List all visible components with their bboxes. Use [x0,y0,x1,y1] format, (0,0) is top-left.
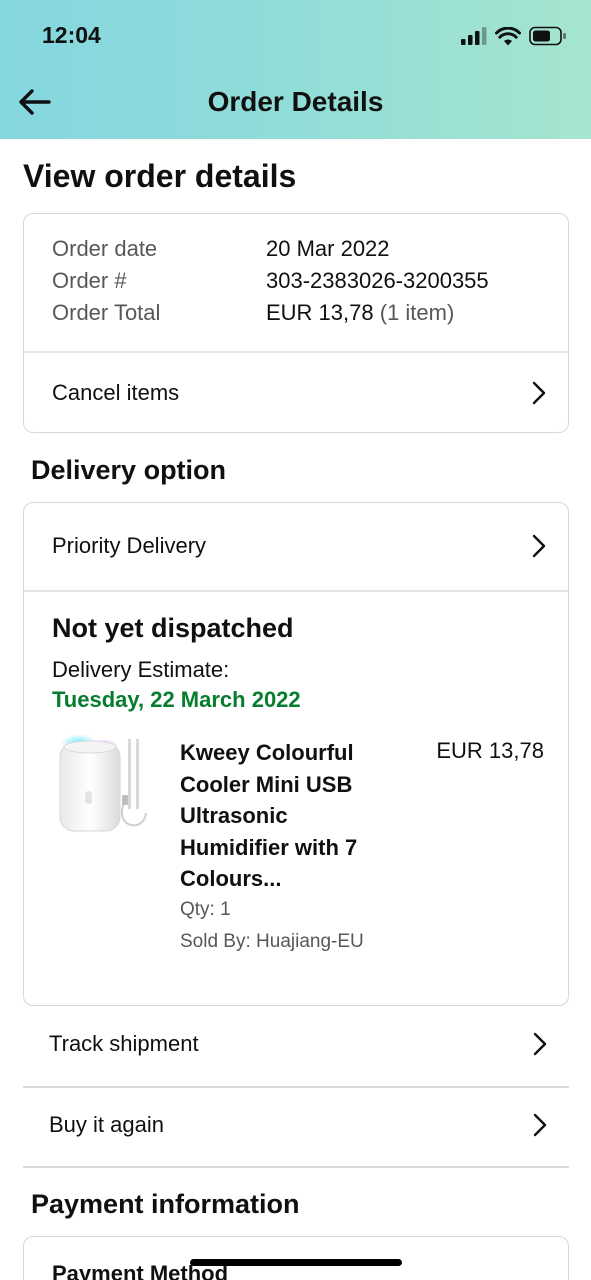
buy-again-label: Buy it again [49,1112,164,1137]
cancel-items-label: Cancel items [52,380,180,405]
chevron-right-icon [532,381,546,405]
order-date-value: 20 Mar 2022 [266,236,390,261]
divider [23,1166,569,1168]
buy-again-button[interactable]: Buy it again [23,1085,569,1165]
payment-card[interactable]: Payment Method [23,1236,569,1280]
page-title: View order details [23,158,297,194]
chevron-right-icon [532,534,546,558]
order-number-row: Order # 303-2383026-3200355 [52,268,489,298]
status-time: 12:04 [42,22,101,48]
status-icons [461,24,567,48]
delivery-card: Priority Delivery Not yet dispatched Del… [23,502,569,1006]
humidifier-product-image [54,733,152,843]
cancel-items-button[interactable]: Cancel items [24,353,568,433]
track-shipment-button[interactable]: Track shipment [23,1004,569,1084]
product-price: EUR 13,78 [436,738,544,763]
order-number-value: 303-2383026-3200355 [266,268,489,293]
order-date-row: Order date 20 Mar 2022 [52,236,390,266]
app-header: 12:04 Order Details [0,0,591,139]
order-date-label: Order date [52,236,158,261]
delivery-estimate-date: Tuesday, 22 March 2022 [52,687,301,712]
product-seller: Sold By: Huajiang-EU [180,931,364,952]
delivery-option-label: Priority Delivery [52,533,207,558]
order-item-count: (1 item) [379,300,455,325]
payment-section-title: Payment information [31,1189,300,1219]
order-summary-card: Order date 20 Mar 2022 Order # 303-23830… [23,213,569,433]
delivery-section-title: Delivery option [31,455,227,485]
chevron-right-icon [533,1113,547,1137]
header-title: Order Details [207,86,384,117]
order-number-label: Order # [52,268,127,293]
divider [24,590,568,592]
track-shipment-label: Track shipment [49,1031,199,1056]
priority-delivery-button[interactable]: Priority Delivery [24,503,568,589]
product-name-link[interactable]: Kweey Colourful Cooler Mini USB Ultrason… [180,737,395,895]
order-total-amount: EUR 13,78 [266,300,374,325]
product-image[interactable] [54,733,152,843]
product-quantity: Qty: 1 [180,899,231,920]
chevron-right-icon [533,1032,547,1056]
cellular-signal-icon [461,27,487,45]
wifi-icon [495,26,521,45]
dispatch-status-title: Not yet dispatched [52,613,294,643]
order-total-label: Order Total [52,300,161,325]
delivery-estimate-label: Delivery Estimate: [52,657,230,682]
battery-icon [529,26,566,46]
home-indicator [190,1259,402,1266]
order-total-row: Order Total EUR 13,78 (1 item) [52,300,454,330]
order-total-value: EUR 13,78 (1 item) [266,300,454,330]
